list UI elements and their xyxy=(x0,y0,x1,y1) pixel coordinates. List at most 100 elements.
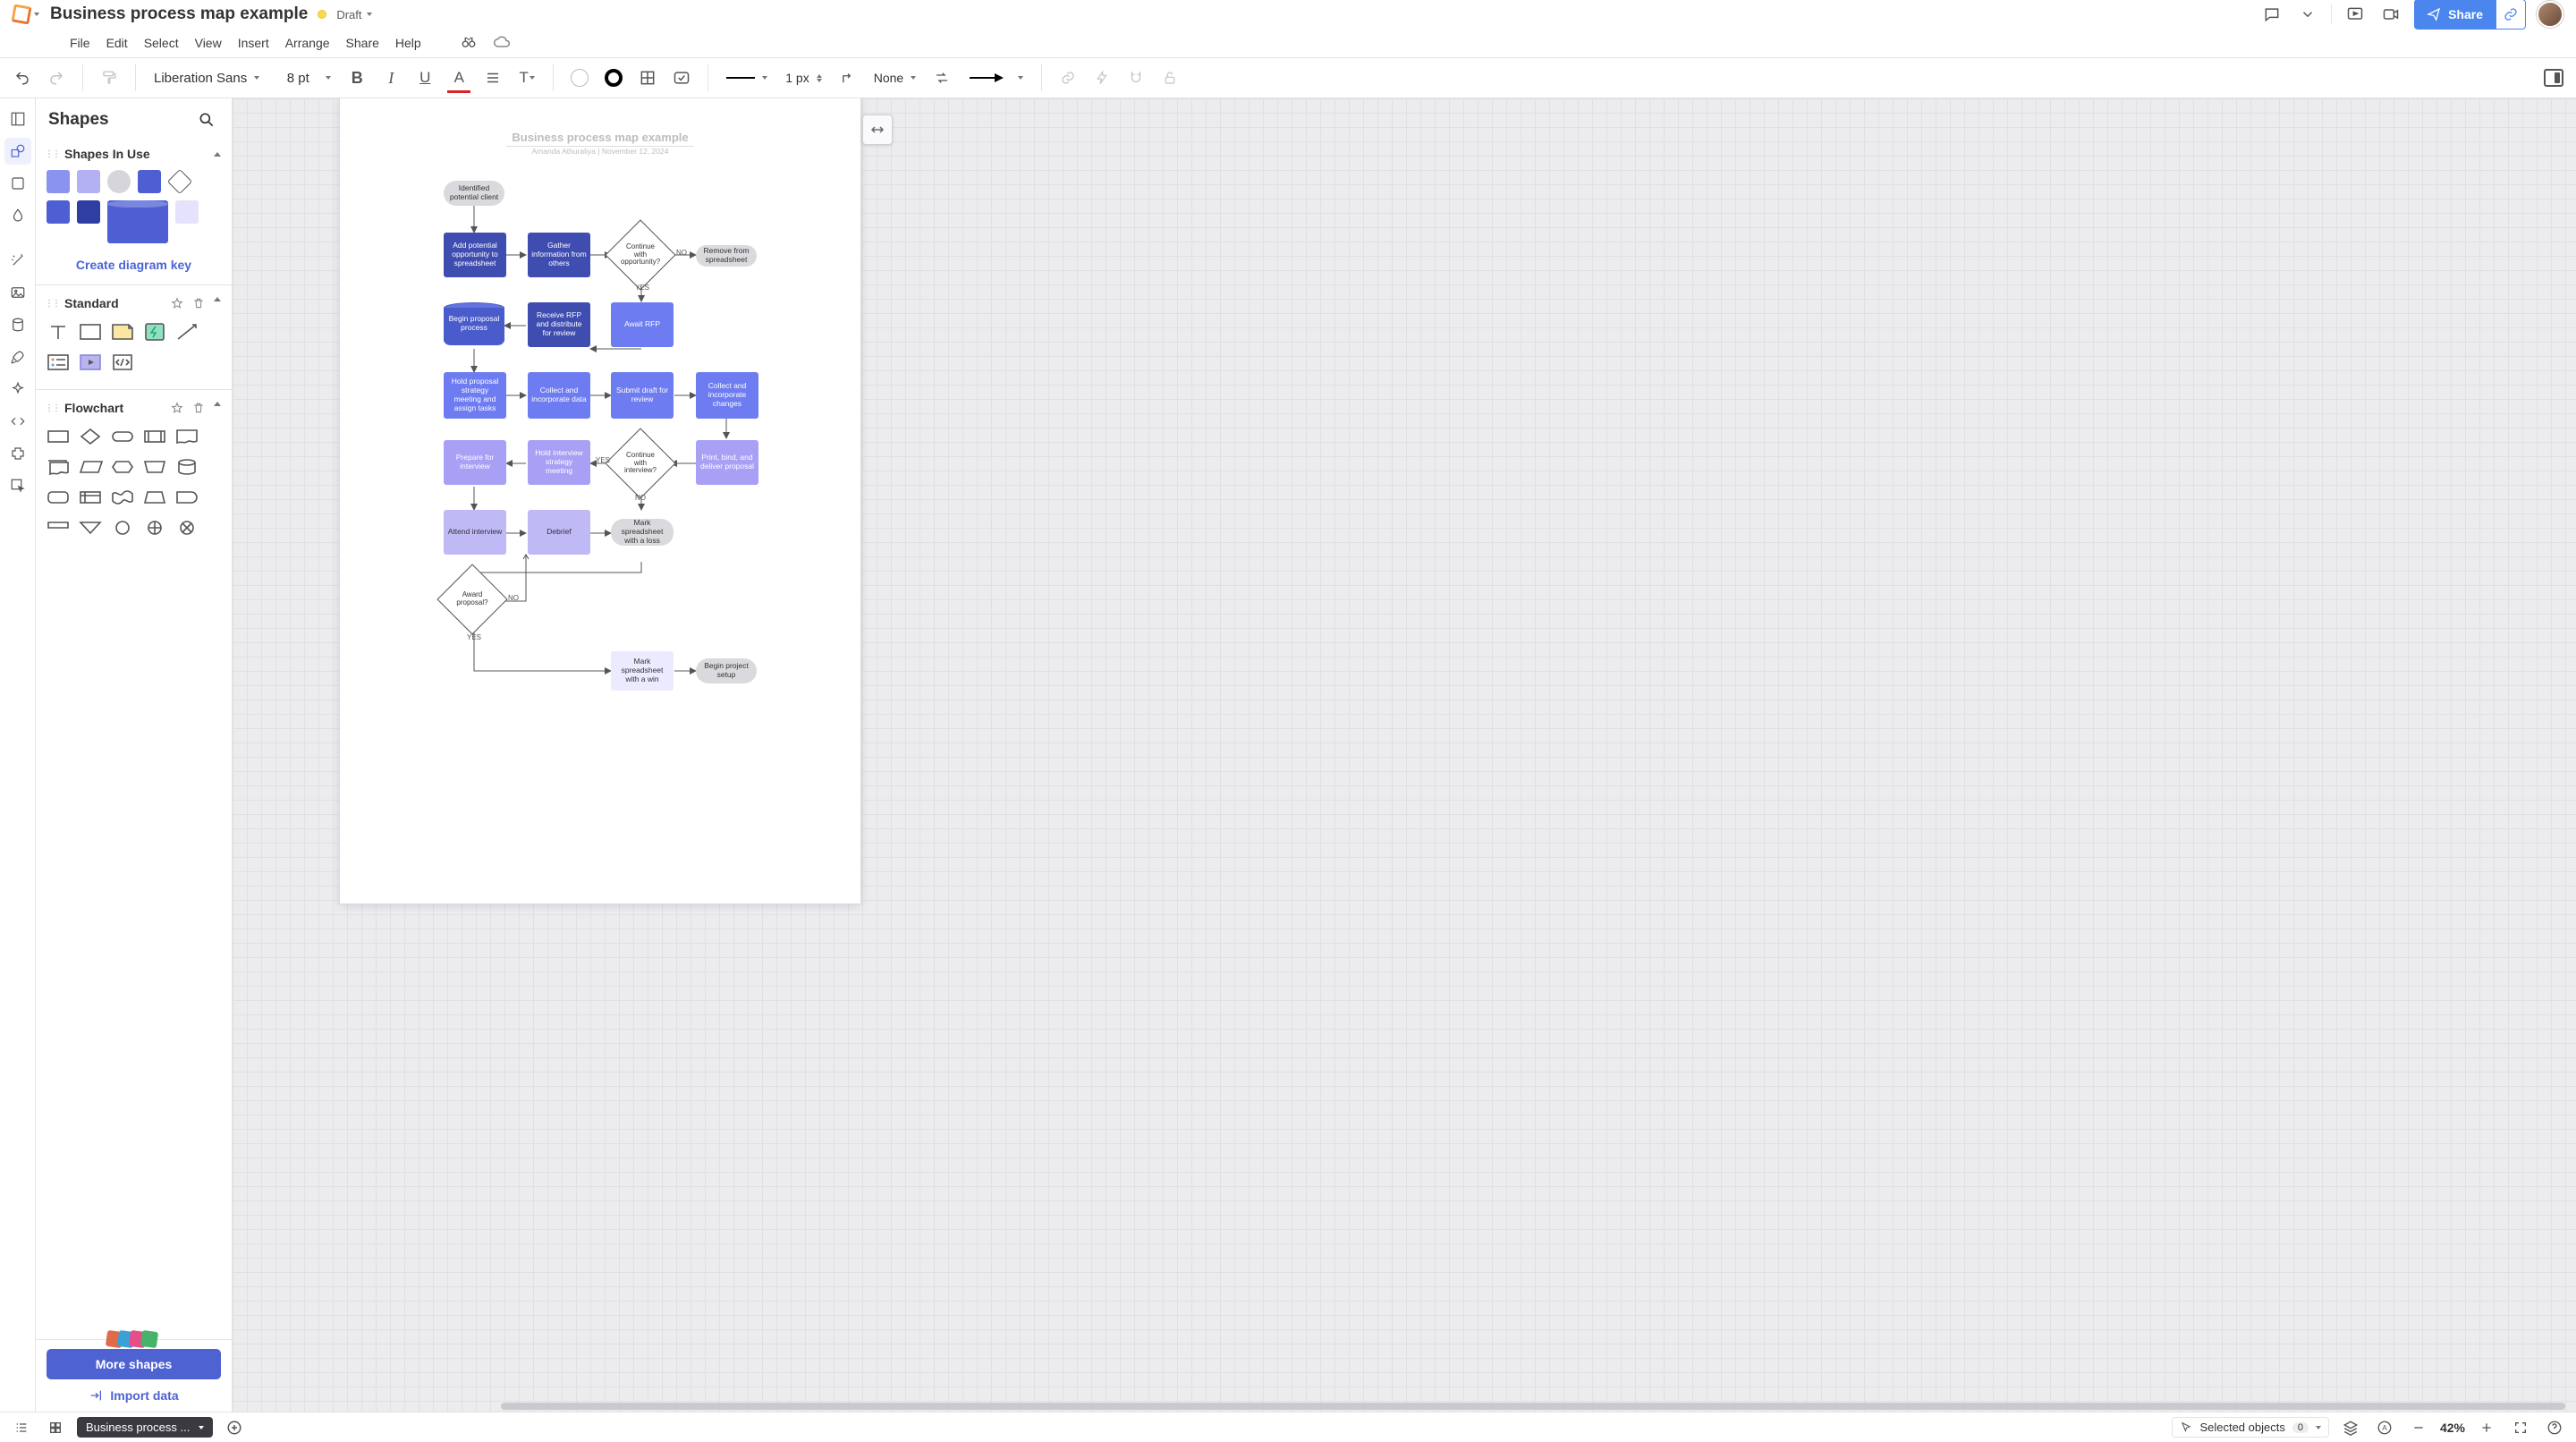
swap-endpoints-button[interactable] xyxy=(928,64,955,91)
node-add-potential[interactable]: Add potential opportunity to spreadsheet xyxy=(444,233,506,277)
trash-icon[interactable] xyxy=(192,402,205,414)
page-tab[interactable]: Business process ... xyxy=(77,1417,213,1438)
font-family-dropdown[interactable]: Liberation Sans xyxy=(148,71,265,86)
tool-pointer[interactable] xyxy=(4,472,31,499)
fc-connector[interactable] xyxy=(109,515,136,540)
node-collect2[interactable]: Collect and incorporate changes xyxy=(696,372,758,419)
user-avatar[interactable] xyxy=(2537,1,2563,28)
bold-button[interactable]: B xyxy=(343,64,370,91)
node-begin-process[interactable]: Begin proposal process xyxy=(444,302,504,345)
fc-internal[interactable] xyxy=(77,485,104,510)
fc-display[interactable] xyxy=(45,515,72,540)
line-end-dropdown[interactable] xyxy=(962,72,1029,84)
outline-button[interactable] xyxy=(9,1415,34,1440)
italic-button[interactable]: I xyxy=(377,64,404,91)
create-diagram-key-link[interactable]: Create diagram key xyxy=(36,252,232,284)
layers-button[interactable] xyxy=(2338,1415,2363,1440)
import-data-button[interactable]: Import data xyxy=(47,1388,221,1403)
undo-button[interactable] xyxy=(9,64,36,91)
node-collect1[interactable]: Collect and incorporate data xyxy=(528,372,590,419)
menu-help[interactable]: Help xyxy=(395,36,421,50)
fc-terminator[interactable] xyxy=(109,424,136,449)
node-award[interactable]: Award proposal? xyxy=(447,574,497,624)
fc-decision[interactable] xyxy=(77,424,104,449)
app-logo-button[interactable] xyxy=(13,5,39,23)
menu-share[interactable]: Share xyxy=(346,36,379,50)
magnet-button[interactable] xyxy=(1123,64,1149,91)
fill-color-button[interactable] xyxy=(566,64,593,91)
fc-predef[interactable] xyxy=(141,424,168,449)
std-video[interactable] xyxy=(77,350,104,375)
fc-tape[interactable] xyxy=(109,485,136,510)
fc-merge[interactable] xyxy=(77,515,104,540)
node-hold[interactable]: Hold proposal strategy meeting and assig… xyxy=(444,372,506,419)
menu-search-button[interactable] xyxy=(461,34,477,53)
star-icon[interactable] xyxy=(171,402,183,414)
line-style-dropdown[interactable] xyxy=(721,76,773,80)
shape-options-button[interactable] xyxy=(634,64,661,91)
node-await[interactable]: Await RFP xyxy=(611,302,674,347)
fc-card[interactable] xyxy=(45,485,72,510)
page-orientation-button[interactable] xyxy=(862,115,893,145)
node-print[interactable]: Print, bind, and deliver proposal xyxy=(696,440,758,485)
right-panel-toggle[interactable] xyxy=(2540,64,2567,91)
menu-file[interactable]: File xyxy=(70,36,90,50)
node-debrief[interactable]: Debrief xyxy=(528,510,590,555)
redo-button[interactable] xyxy=(43,64,70,91)
record-button[interactable] xyxy=(2378,2,2403,27)
section-standard[interactable]: ⋮⋮ Standard xyxy=(36,287,232,316)
std-rect[interactable] xyxy=(77,319,104,344)
swatch[interactable] xyxy=(77,170,100,193)
swatch[interactable] xyxy=(107,170,131,193)
node-remove[interactable]: Remove from spreadsheet xyxy=(696,245,757,267)
more-shapes-button[interactable]: More shapes xyxy=(47,1349,221,1379)
format-painter-button[interactable] xyxy=(96,64,123,91)
document-status-dropdown[interactable]: Draft xyxy=(336,8,372,21)
text-align-button[interactable] xyxy=(479,64,506,91)
zoom-in-button[interactable] xyxy=(2474,1415,2499,1440)
fc-sum[interactable] xyxy=(141,515,168,540)
tool-plugins[interactable] xyxy=(4,440,31,467)
tool-fill[interactable] xyxy=(4,202,31,229)
swatch[interactable] xyxy=(77,200,100,224)
swatch[interactable] xyxy=(175,200,199,224)
section-flowchart[interactable]: ⋮⋮ Flowchart xyxy=(36,392,232,420)
underline-button[interactable]: U xyxy=(411,64,438,91)
document-title[interactable]: Business process map example xyxy=(50,4,308,24)
node-prepare[interactable]: Prepare for interview xyxy=(444,440,506,485)
fc-manual[interactable] xyxy=(141,454,168,479)
node-identified[interactable]: Identified potential client xyxy=(444,181,504,206)
fc-trap[interactable] xyxy=(141,485,168,510)
section-shapes-in-use[interactable]: ⋮⋮ Shapes In Use xyxy=(36,138,232,166)
node-mark-win[interactable]: Mark spreadsheet with a win xyxy=(611,651,674,691)
fullscreen-button[interactable] xyxy=(2508,1415,2533,1440)
std-embed[interactable] xyxy=(109,350,136,375)
selected-objects-chip[interactable]: Selected objects 0 xyxy=(2172,1417,2329,1438)
node-begin-setup[interactable]: Begin project setup xyxy=(696,658,757,683)
fc-delay[interactable] xyxy=(174,485,200,510)
line-start-dropdown[interactable]: None xyxy=(869,71,921,85)
std-note[interactable] xyxy=(109,319,136,344)
line-width-stepper[interactable]: 1 px xyxy=(780,71,826,85)
tool-shapes[interactable] xyxy=(4,138,31,165)
std-line[interactable] xyxy=(174,319,200,344)
node-continue-int[interactable]: Continue with interview? xyxy=(615,438,665,488)
horizontal-scrollbar[interactable] xyxy=(501,1403,2565,1410)
menu-insert[interactable]: Insert xyxy=(238,36,269,50)
node-rfp[interactable]: Receive RFP and distribute for review xyxy=(528,302,590,347)
zoom-level[interactable]: 42% xyxy=(2440,1421,2465,1435)
comments-button[interactable] xyxy=(2259,2,2284,27)
fc-data[interactable] xyxy=(77,454,104,479)
share-button[interactable]: Share xyxy=(2414,0,2496,30)
trash-icon[interactable] xyxy=(192,297,205,310)
fc-hex[interactable] xyxy=(109,454,136,479)
node-submit[interactable]: Submit draft for review xyxy=(611,372,674,419)
fc-doc[interactable] xyxy=(174,424,200,449)
menu-edit[interactable]: Edit xyxy=(106,36,128,50)
accessibility-button[interactable]: A xyxy=(2372,1415,2397,1440)
node-attend[interactable]: Attend interview xyxy=(444,510,506,555)
node-continue-opp[interactable]: Continue with opportunity? xyxy=(615,230,665,280)
std-text[interactable] xyxy=(45,319,72,344)
tool-smartdraw[interactable] xyxy=(4,376,31,403)
tool-code[interactable] xyxy=(4,408,31,435)
